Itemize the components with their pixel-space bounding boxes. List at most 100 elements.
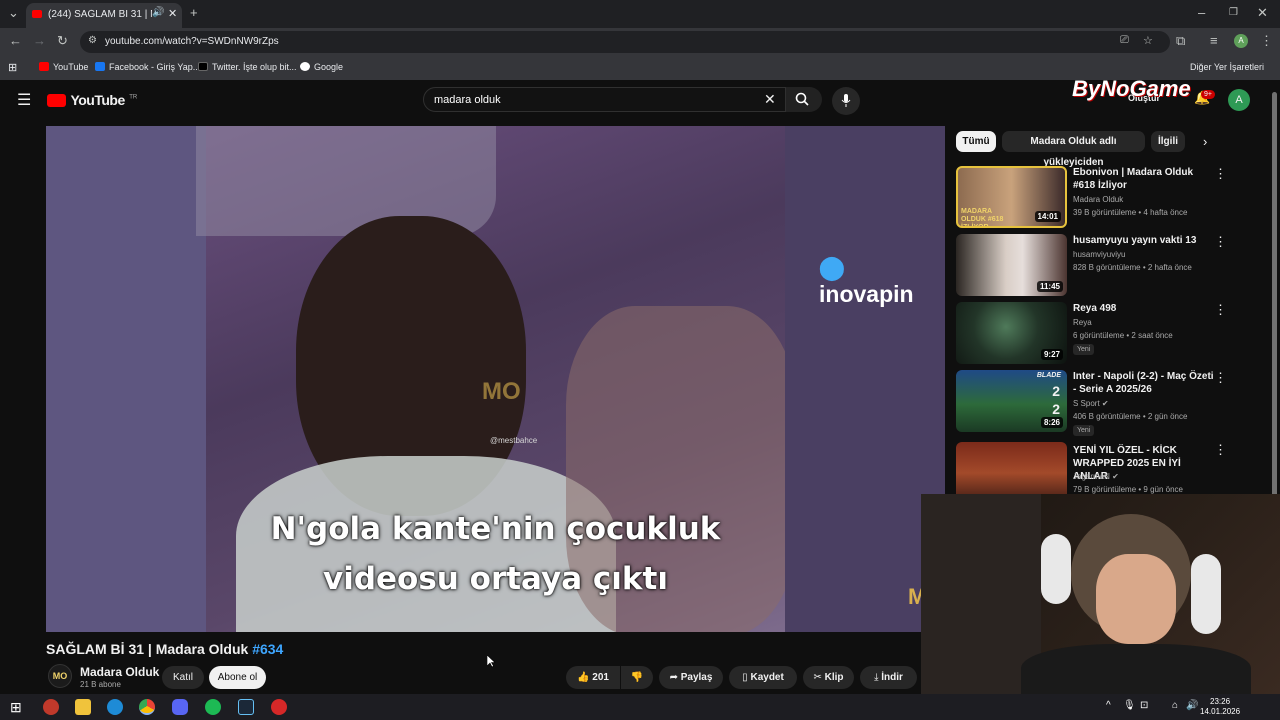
extensions-icon[interactable]: ⧉ <box>1176 33 1185 49</box>
recommendation-item[interactable]: 9:27 Reya 498 Reya 6 görüntüleme • 2 saa… <box>956 302 1256 364</box>
apps-grid-icon[interactable]: ⊞ <box>8 61 17 74</box>
recommendation-channel[interactable]: S Sport ✔ <box>1073 399 1109 408</box>
windows-start-icon[interactable]: ⊞ <box>10 699 22 716</box>
more-options-icon[interactable]: ⋮ <box>1214 302 1227 318</box>
discord-icon[interactable] <box>172 699 188 715</box>
video-thumbnail[interactable]: 9:27 <box>956 302 1067 364</box>
other-bookmarks[interactable]: Diğer Yer İşaretleri <box>1190 62 1264 72</box>
like-button[interactable]: 👍 201 <box>566 666 620 689</box>
recommendation-channel[interactable]: husamviyuviyu <box>1073 250 1125 259</box>
recording-app-icon[interactable] <box>271 699 287 715</box>
recommendation-meta: 79 B görüntüleme • 9 gün önce <box>1073 485 1183 494</box>
save-button[interactable]: ▯ Kaydet <box>729 666 797 689</box>
recommendation-meta: 39 B görüntüleme • 4 hafta önce <box>1073 208 1188 217</box>
clip-button[interactable]: ✂ Klip <box>803 666 854 689</box>
dislike-button[interactable]: 👎 <box>621 666 653 689</box>
recommendation-title[interactable]: Ebonivon | Madara Olduk #618 İzliyor <box>1073 166 1218 192</box>
volume-icon[interactable]: 🔊 <box>1186 700 1198 711</box>
restore-button[interactable]: ❐ <box>1229 7 1238 18</box>
join-button[interactable]: Katıl <box>162 666 204 689</box>
recommendation-channel[interactable]: JagermaN ✔ <box>1073 472 1119 481</box>
recommendation-item[interactable]: BLADE 2 2 8:26 Inter - Napoli (2-2) - Ma… <box>956 370 1256 436</box>
search-value[interactable]: madara olduk <box>434 94 501 106</box>
voice-search-button[interactable] <box>832 87 860 115</box>
recommendation-title[interactable]: Inter - Napoli (2-2) - Maç Özeti - Serie… <box>1073 370 1218 396</box>
streamer-face <box>1096 554 1176 644</box>
download-button[interactable]: ⤓ İndir <box>860 666 917 689</box>
recommendation-item[interactable]: 11:45 husamyuyu yayın vakti 13 husamviyu… <box>956 234 1256 296</box>
channel-avatar[interactable]: MO <box>48 664 72 688</box>
youtube-logo[interactable]: YouTube TR <box>47 92 137 110</box>
more-options-icon[interactable]: ⋮ <box>1214 166 1227 182</box>
window-close-button[interactable]: ✕ <box>1257 5 1268 21</box>
chip-related[interactable]: İlgili <box>1151 131 1185 152</box>
recommendation-title[interactable]: Reya 498 <box>1073 302 1218 315</box>
back-icon[interactable]: ← <box>9 33 22 48</box>
video-thumbnail[interactable] <box>956 442 1067 494</box>
hamburger-menu-icon[interactable]: ☰ <box>17 90 31 110</box>
subscribe-button[interactable]: Abone ol <box>209 666 266 689</box>
headphone-left <box>1041 534 1071 604</box>
windows-taskbar: ⊞ ^ 🎙 ⊡ ⌂ 🔊 23:26 14.01.2026 <box>0 694 1280 720</box>
tray-overflow-icon[interactable]: ^ <box>1106 700 1111 711</box>
bookmark-star-icon[interactable]: ☆ <box>1143 34 1153 47</box>
chips-next-chevron-icon[interactable]: › <box>1203 134 1207 149</box>
location-pin-icon: ⬤ <box>819 254 845 280</box>
title-hashtag[interactable]: #634 <box>252 641 283 657</box>
new-tab-button[interactable]: + <box>190 5 198 20</box>
more-options-icon[interactable]: ⋮ <box>1214 370 1227 386</box>
chrome-icon[interactable] <box>139 699 155 715</box>
search-input[interactable]: madara olduk ✕ <box>423 87 786 112</box>
bookmark-youtube[interactable]: YouTube <box>39 62 88 72</box>
spotify-icon[interactable] <box>205 699 221 715</box>
video-thumbnail[interactable]: BLADE 2 2 8:26 <box>956 370 1067 432</box>
recommendation-item[interactable]: MADARA OLDUK #618 İZLİYOR 14:01 Ebonivon… <box>956 166 1256 228</box>
edge-icon[interactable] <box>107 699 123 715</box>
app-icon[interactable] <box>43 699 59 715</box>
youtube-play-logo-icon <box>47 94 66 107</box>
forward-icon[interactable]: → <box>33 33 46 48</box>
network-tray-icon[interactable]: ⊡ <box>1140 700 1148 711</box>
url-text[interactable]: youtube.com/watch?v=SWDnNW9rZps <box>105 36 279 47</box>
clear-search-icon[interactable]: ✕ <box>764 91 776 108</box>
microphone-tray-icon[interactable]: 🎙 <box>1123 700 1136 711</box>
file-explorer-icon[interactable] <box>75 699 91 715</box>
system-clock[interactable]: 23:26 14.01.2026 <box>1200 697 1240 717</box>
recommendation-channel[interactable]: Reya <box>1073 318 1092 327</box>
browser-tab[interactable]: (244) SAĞLAM Bİ 31 | Madara Olduk #634 -… <box>26 3 182 28</box>
chip-all[interactable]: Tümü <box>956 131 996 152</box>
address-bar[interactable]: ⚙ youtube.com/watch?v=SWDnNW9rZps ⎚ ☆ <box>80 31 1170 53</box>
recommendation-title[interactable]: husamyuyu yayın vakti 13 <box>1073 234 1218 247</box>
audio-playing-icon[interactable]: 🔊 <box>152 7 164 18</box>
steam-icon[interactable] <box>238 699 254 715</box>
more-options-icon[interactable]: ⋮ <box>1214 234 1227 250</box>
account-avatar[interactable]: A <box>1228 89 1250 111</box>
channel-name[interactable]: Madara Olduk <box>80 665 159 679</box>
media-control-icon[interactable]: ≡ <box>1210 33 1218 48</box>
video-player[interactable]: MO @mestbahce N'gola kante'nin çocukluk … <box>46 126 945 632</box>
bynogame-logo: ByNoGame <box>1072 76 1191 101</box>
more-options-icon[interactable]: ⋮ <box>1214 442 1227 458</box>
minimize-button[interactable]: – <box>1198 5 1205 20</box>
video-thumbnail[interactable]: MADARA OLDUK #618 İZLİYOR 14:01 <box>956 166 1067 228</box>
share-button[interactable]: ➦ Paylaş <box>659 666 723 689</box>
bookmark-facebook[interactable]: Facebook - Giriş Yap... <box>95 62 200 72</box>
profile-avatar[interactable]: A <box>1234 34 1248 48</box>
duration-badge: 9:27 <box>1040 349 1063 360</box>
cast-icon[interactable]: ⎚ <box>1120 34 1129 47</box>
tab-close-icon[interactable]: ✕ <box>168 7 177 20</box>
tab-search-icon[interactable]: ⌄ <box>8 5 19 21</box>
site-info-icon[interactable]: ⚙ <box>88 35 97 46</box>
wifi-icon[interactable]: ⌂ <box>1172 700 1178 711</box>
search-button[interactable] <box>786 87 822 112</box>
chip-from-uploader[interactable]: Madara Olduk adlı yükleyiciden <box>1002 131 1145 168</box>
reload-icon[interactable]: ↻ <box>57 33 68 49</box>
video-thumbnail[interactable]: 11:45 <box>956 234 1067 296</box>
google-icon <box>300 62 310 71</box>
bookmark-google[interactable]: Google <box>300 62 343 72</box>
recommendation-channel[interactable]: Madara Olduk <box>1073 195 1123 204</box>
bookmark-twitter[interactable]: Twitter. İşte olup bit... <box>198 62 297 72</box>
page-scrollbar[interactable] <box>1272 92 1277 512</box>
browser-menu-icon[interactable]: ⋮ <box>1260 33 1273 49</box>
recommendation-item[interactable]: YENİ YIL ÖZEL - KİCK WRAPPED 2025 EN İYİ… <box>956 442 1256 494</box>
